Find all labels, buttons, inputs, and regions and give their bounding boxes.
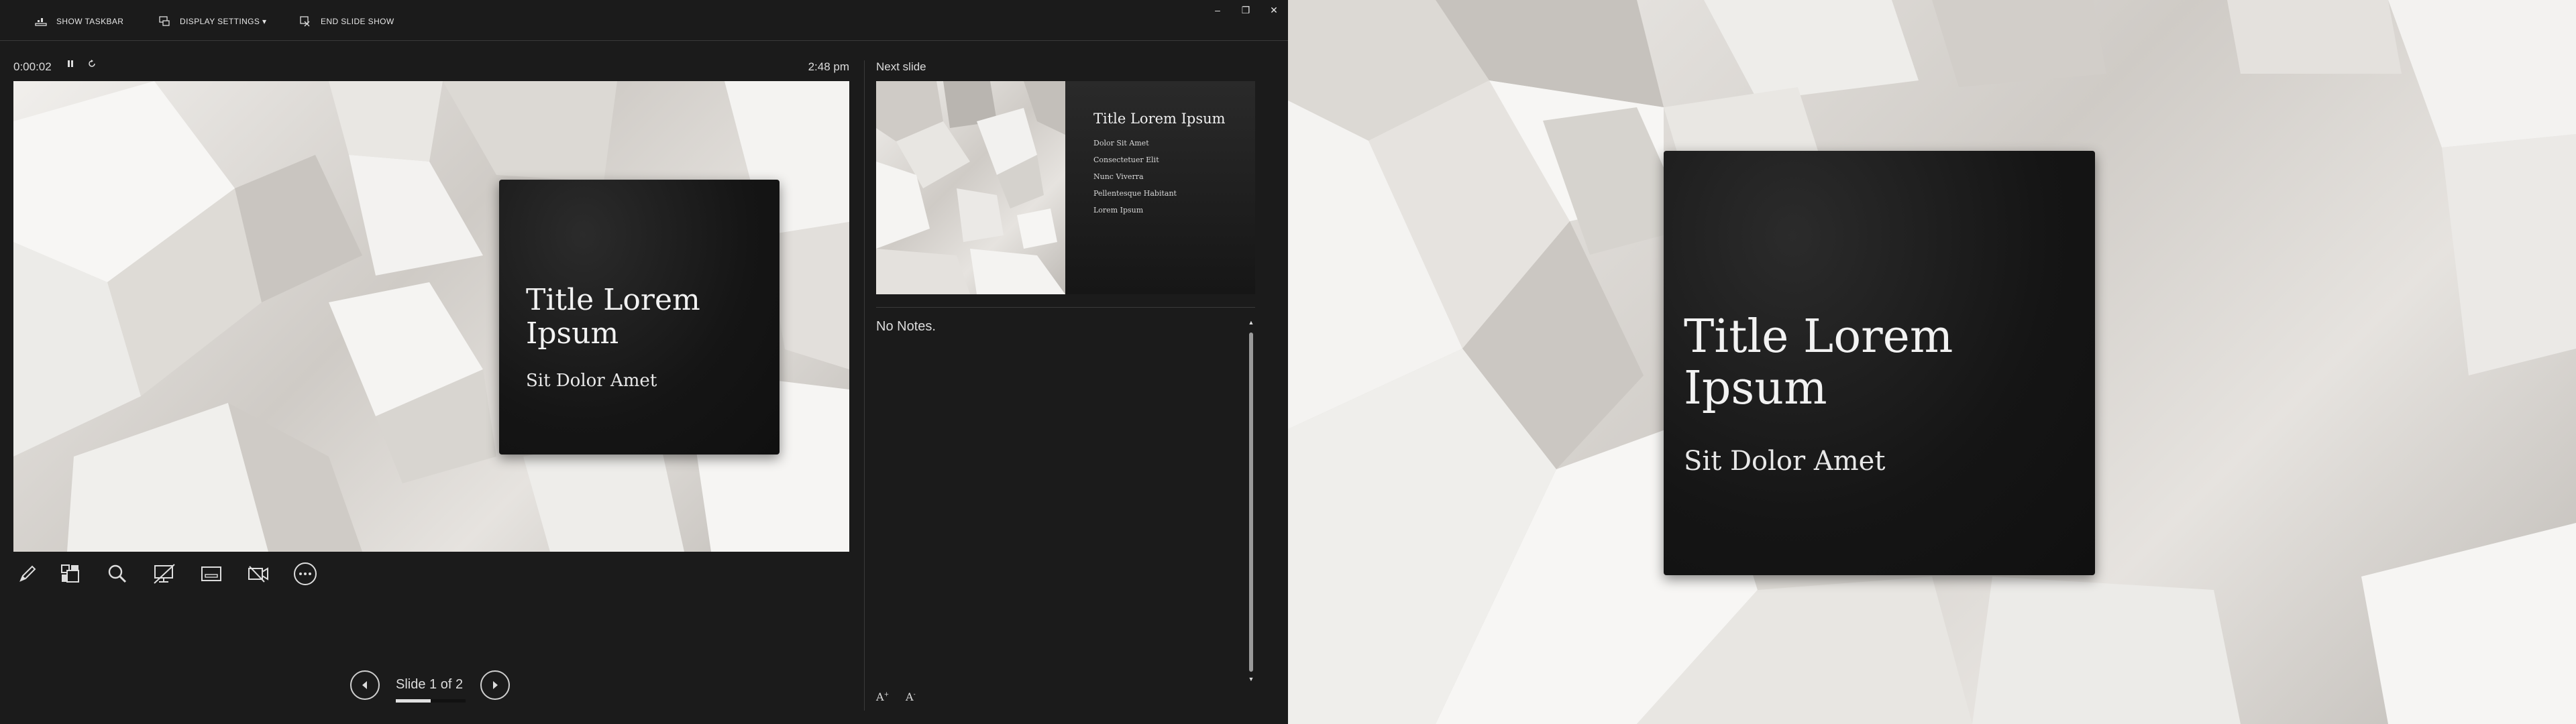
next-slide-preview[interactable]: Title Lorem Ipsum Dolor Sit Amet Consect… [876,81,1255,294]
audience-title-card: Title Lorem Ipsum Sit Dolor Amet [1664,151,2095,575]
audience-slide[interactable]: Title Lorem Ipsum Sit Dolor Amet [1288,0,2576,724]
slide-title-line-2: Ipsum [526,316,619,351]
scroll-thumb[interactable] [1249,333,1253,672]
slide-counter[interactable]: Slide 1 of 2 [396,677,463,692]
current-slide-preview[interactable]: Title Lorem Ipsum Sit Dolor Amet [13,81,849,552]
audience-title-line-2: Ipsum [1684,361,1827,415]
end-show-icon [298,14,313,29]
elapsed-timer: 0:00:02 [13,60,52,73]
display-icon [157,14,172,29]
scroll-down-icon[interactable]: ▼ [1246,676,1256,682]
notes-divider [876,307,1255,308]
next-slide-bullet: Nunc Viverra [1093,172,1144,181]
audience-title-line-1: Title Lorem [1684,310,1953,363]
slide-grid-icon[interactable] [55,559,86,589]
pause-icon[interactable] [63,59,78,74]
presenter-toolbar: SHOW TASKBAR DISPLAY SETTINGS ▾ END SLID… [0,0,1288,41]
close-button[interactable]: ✕ [1267,3,1281,17]
next-slide-image [876,81,1065,294]
restart-icon[interactable] [85,59,99,74]
audience-slide-title: Title Lorem Ipsum [1684,310,1953,415]
slide-progress-bar [396,699,466,703]
display-settings-button[interactable]: DISPLAY SETTINGS ▾ [157,13,266,29]
camera-off-icon[interactable] [243,559,274,589]
audience-slide-subtitle: Sit Dolor Amet [1684,446,1886,477]
previous-slide-button[interactable] [350,670,380,700]
speaker-notes[interactable]: No Notes. [876,319,936,335]
display-settings-label: DISPLAY SETTINGS ▾ [180,17,267,26]
slide-title-line-1: Title Lorem [526,283,700,317]
subtitles-icon[interactable] [196,559,227,589]
notes-scrollbar[interactable]: ▲ ▼ [1246,319,1256,685]
slide-progress-fill [396,699,431,703]
next-slide-bullet: Pellentesque Habitant [1093,189,1177,198]
slide-title-card: Title Lorem Ipsum Sit Dolor Amet [499,180,780,455]
font-increase-label: A [876,690,884,703]
plus-icon: + [883,691,890,699]
end-slide-show-label: END SLIDE SHOW [321,17,394,26]
audience-display: Title Lorem Ipsum Sit Dolor Amet [1288,0,2576,724]
chevron-left-icon [362,681,367,689]
pen-icon[interactable] [12,559,43,589]
next-slide-bullet: Lorem Ipsum [1093,206,1144,215]
slide-title: Title Lorem Ipsum [526,284,700,350]
next-slide-label: Next slide [876,60,926,73]
next-slide-title: Title Lorem Ipsum [1093,111,1226,127]
taskbar-icon [34,14,48,29]
font-decrease-label: A [906,690,914,703]
restore-button[interactable]: ❐ [1238,3,1253,17]
slide-subtitle: Sit Dolor Amet [526,371,657,391]
increase-font-button[interactable]: A+ [876,690,889,703]
next-slide-cubes [876,81,1065,294]
scroll-up-icon[interactable]: ▲ [1246,319,1256,326]
clock: 2:48 pm [808,60,849,73]
show-taskbar-label: SHOW TASKBAR [56,17,124,26]
black-screen-icon[interactable] [149,559,180,589]
panel-divider [864,60,865,711]
next-slide-button[interactable] [480,670,510,700]
show-taskbar-button[interactable]: SHOW TASKBAR [34,13,123,29]
presenter-view: SHOW TASKBAR DISPLAY SETTINGS ▾ END SLID… [0,0,1288,724]
minimize-button[interactable]: – [1210,3,1225,17]
end-slide-show-button[interactable]: END SLIDE SHOW [298,13,394,29]
decrease-font-button[interactable]: A- [906,690,916,703]
more-options-icon[interactable] [290,559,321,589]
next-slide-bullet: Consectetuer Elit [1093,156,1159,164]
chevron-right-icon [493,681,498,689]
next-slide-bullet: Dolor Sit Amet [1093,139,1149,147]
minus-icon: - [913,691,916,699]
zoom-icon[interactable] [102,559,133,589]
